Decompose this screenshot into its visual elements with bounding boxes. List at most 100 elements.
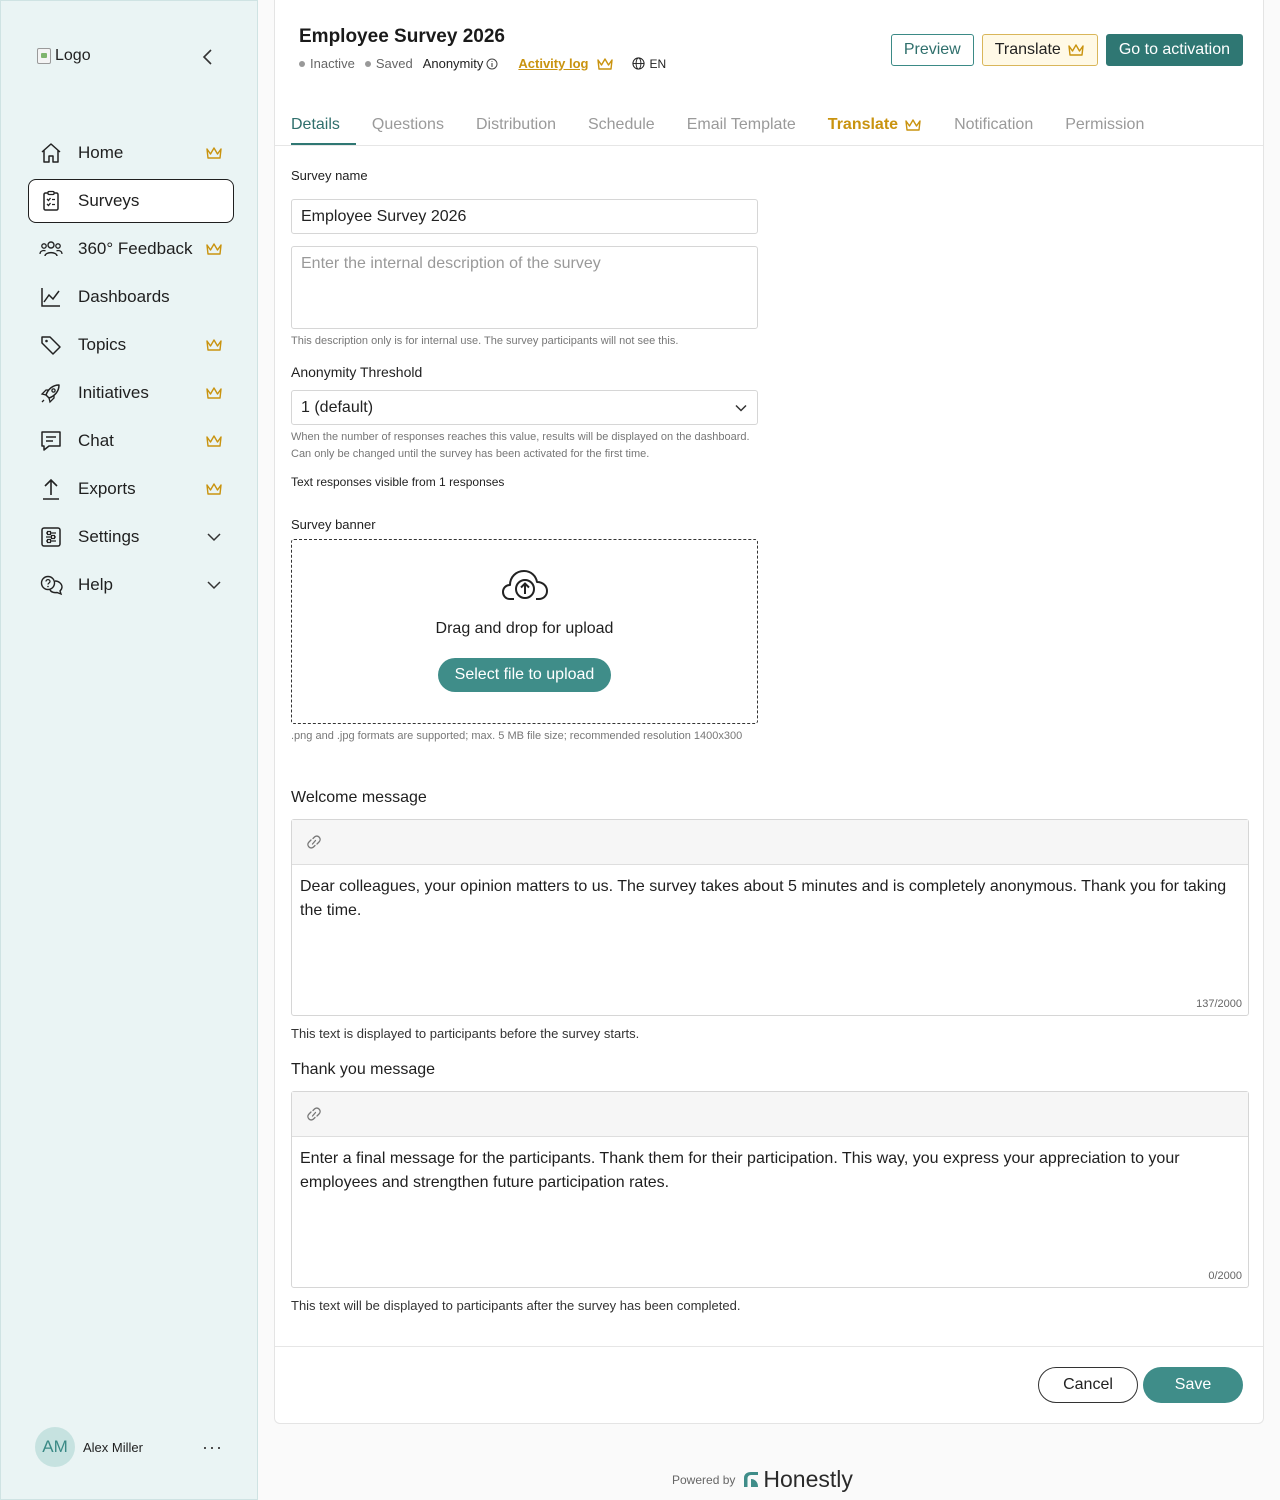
anonymity-threshold-select[interactable]: 1 (default) [291, 390, 758, 425]
editor-toolbar [292, 820, 1248, 865]
user-name: Alex Miller [83, 1439, 143, 1455]
upload-arrow-icon [39, 477, 63, 501]
save-button[interactable]: Save [1143, 1367, 1243, 1403]
cloud-upload-icon [502, 570, 548, 600]
thank-you-message-editor[interactable]: Enter a final message for the participan… [291, 1091, 1249, 1288]
status-badge: Inactive [299, 56, 355, 71]
brand-logo[interactable]: Honestly [741, 1466, 853, 1493]
link-icon[interactable] [305, 1107, 323, 1121]
sidebar-item-label: Initiatives [78, 383, 149, 402]
save-state: Saved [364, 56, 413, 71]
sidebar-item-chat[interactable]: Chat [28, 419, 234, 463]
description-help: This description only is for internal us… [291, 335, 679, 347]
sidebar-item-label: Exports [78, 479, 136, 498]
sidebar-item-label: Dashboards [78, 287, 170, 306]
activity-log-link[interactable]: Activity log [518, 56, 588, 71]
sidebar-item-label: Chat [78, 431, 114, 450]
avatar: AM [35, 1427, 75, 1467]
line-chart-icon [39, 285, 63, 309]
crown-icon [1068, 44, 1084, 56]
text-responses-visible: Text responses visible from 1 responses [291, 475, 505, 489]
sidebar-item-initiatives[interactable]: Initiatives [28, 371, 234, 415]
sidebar-item-surveys[interactable]: Surveys [28, 179, 234, 223]
thank-you-note: This text will be displayed to participa… [291, 1298, 741, 1313]
editor-toolbar [292, 1092, 1248, 1137]
description-textarea[interactable]: Enter the internal description of the su… [291, 246, 758, 329]
anonymity-info[interactable]: Anonymity [423, 56, 499, 71]
logo[interactable]: Logo [37, 47, 91, 65]
thank-you-placeholder[interactable]: Enter a final message for the participan… [292, 1137, 1248, 1242]
crown-icon [206, 243, 222, 255]
chevron-down-icon [207, 581, 221, 590]
dropzone-text: Drag and drop for upload [435, 620, 614, 637]
rocket-icon [39, 381, 63, 405]
globe-icon [632, 57, 646, 70]
welcome-message-editor[interactable]: Dear colleagues, your opinion matters to… [291, 819, 1249, 1016]
honestly-logo-icon [744, 1471, 759, 1487]
go-to-activation-button[interactable]: Go to activation [1105, 34, 1243, 66]
collapse-sidebar-icon[interactable] [199, 47, 217, 67]
chat-icon [39, 429, 63, 453]
thank-you-char-count: 0/2000 [1208, 1270, 1242, 1282]
clipboard-icon [39, 189, 63, 213]
user-profile[interactable]: AM Alex Miller ··· [35, 1427, 227, 1467]
home-icon [39, 141, 63, 165]
sidebar-item-label: Topics [78, 335, 127, 354]
survey-name-value: Employee Survey 2026 [301, 207, 467, 225]
sidebar-item-dashboards[interactable]: Dashboards [28, 275, 234, 319]
sidebar-item-label: Home [78, 143, 124, 162]
tag-icon [39, 333, 63, 357]
welcome-message-text[interactable]: Dear colleagues, your opinion matters to… [292, 865, 1248, 970]
welcome-char-count: 137/2000 [1196, 998, 1242, 1010]
chevron-down-icon [735, 404, 747, 412]
survey-name-input[interactable]: Employee Survey 2026 [291, 199, 758, 234]
survey-banner-label: Survey banner [291, 517, 376, 532]
select-file-button[interactable]: Select file to upload [438, 658, 611, 692]
tab-email-template[interactable]: Email Template [671, 104, 812, 145]
powered-by-text: Powered by [672, 1472, 736, 1487]
link-icon[interactable] [305, 835, 323, 849]
sidebar-item-help[interactable]: Help [28, 563, 234, 607]
crown-icon [597, 57, 614, 70]
tab-translate[interactable]: Translate [812, 104, 938, 145]
tab-distribution[interactable]: Distribution [460, 104, 572, 145]
sidebar-item-label: 360° Feedback [78, 239, 193, 258]
sidebar-item-360-feedback[interactable]: 360° Feedback [28, 227, 234, 271]
sidebar-item-home[interactable]: Home [28, 131, 234, 175]
translate-button[interactable]: Translate [981, 34, 1098, 66]
info-icon [486, 58, 498, 69]
sidebar-item-topics[interactable]: Topics [28, 323, 234, 367]
tab-notification[interactable]: Notification [938, 104, 1049, 145]
tab-details[interactable]: Details [291, 104, 356, 145]
crown-icon [206, 387, 222, 399]
crown-icon [206, 147, 222, 159]
sidebar-item-label: Settings [78, 527, 140, 546]
tab-permission[interactable]: Permission [1049, 104, 1160, 145]
tab-questions[interactable]: Questions [356, 104, 460, 145]
powered-by: Powered by Honestly [672, 1466, 853, 1493]
chevron-down-icon [207, 533, 221, 542]
logo-alt-text: Logo [55, 47, 91, 64]
more-options-icon[interactable]: ··· [202, 1437, 223, 1458]
preview-button[interactable]: Preview [890, 34, 974, 66]
sidebar-item-settings[interactable]: Settings [28, 515, 234, 559]
crown-icon [206, 435, 222, 447]
sidebar-item-label: Surveys [78, 191, 140, 210]
survey-editor-card: Employee Survey 2026 Inactive Saved Anon… [274, 0, 1264, 1424]
banner-help: .png and .jpg formats are supported; max… [291, 730, 743, 742]
description-placeholder: Enter the internal description of the su… [301, 255, 601, 272]
sidebar-nav: Home Surveys 360° Feedback Dashboards To… [28, 131, 234, 611]
banner-dropzone[interactable]: Drag and drop for upload Select file to … [291, 539, 758, 724]
thank-you-message-label: Thank you message [291, 1061, 436, 1078]
header-actions: Preview Translate Go to activation [890, 34, 1243, 66]
anonymity-threshold-value: 1 (default) [301, 398, 374, 416]
broken-image-icon [37, 48, 51, 64]
welcome-message-label: Welcome message [291, 789, 427, 806]
tab-schedule[interactable]: Schedule [572, 104, 671, 145]
sidebar-item-exports[interactable]: Exports [28, 467, 234, 511]
tab-bar: Details Questions Distribution Schedule … [275, 104, 1263, 146]
survey-name-label: Survey name [291, 168, 368, 183]
language-selector[interactable]: EN [632, 57, 666, 71]
users-icon [39, 237, 63, 261]
cancel-button[interactable]: Cancel [1038, 1367, 1138, 1403]
